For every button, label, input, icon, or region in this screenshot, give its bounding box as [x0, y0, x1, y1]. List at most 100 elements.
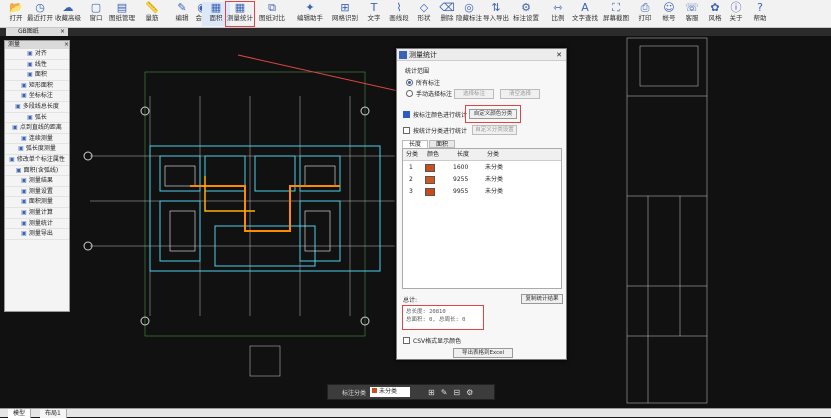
panel-item-label: 面积 — [34, 71, 47, 79]
panel-item[interactable]: ▣ 点到直线的距离 — [5, 123, 69, 134]
panel-item[interactable]: ▣ 测量导出 — [5, 229, 69, 240]
col-length: 长度 — [457, 151, 470, 158]
panel-item[interactable]: ▣ 矩形面积 — [5, 81, 69, 92]
csv-color-checkbox[interactable] — [403, 337, 410, 344]
stat-tabs: 长度 面积 — [402, 140, 562, 148]
tab-length[interactable]: 长度 — [402, 140, 428, 148]
row-color-swatch[interactable] — [425, 164, 435, 172]
col-color: 颜色 — [427, 151, 440, 158]
table-header: 分类 颜色 长度 分类 — [403, 149, 561, 161]
assistant-icon: ✦ — [305, 1, 315, 14]
layer-stat-checkbox[interactable] — [403, 127, 410, 134]
main-toolbar: 📂打开◷最近打开☁收藏高级▢窗口▤图纸管理📏量筋✎编辑◉会员▦面积▦测量统计⧉图… — [0, 0, 831, 28]
row-type: 未分类 — [485, 164, 504, 171]
tool-icon: ▣ — [21, 230, 27, 238]
color-stat-checkbox[interactable] — [403, 111, 410, 118]
row-color-swatch[interactable] — [425, 188, 435, 196]
document-tab-bar — [0, 28, 831, 36]
export-excel-button[interactable]: 导出表格到Excel — [453, 348, 513, 358]
tool-icon: ▣ — [21, 198, 27, 206]
drawing-compare-button[interactable]: ⧉ 图纸对比 — [258, 2, 286, 26]
close-icon[interactable]: ✕ — [556, 49, 562, 61]
radio-all-label: 所有标注 — [416, 80, 441, 87]
ruler-icon: 📏 — [145, 1, 159, 14]
panel-item-label: 线性 — [34, 60, 47, 68]
text-icon: T — [370, 1, 378, 14]
tool-icon: ▣ — [21, 208, 27, 216]
range-section-label: 统计范围 — [405, 68, 430, 75]
tool-icon: ▣ — [21, 81, 27, 89]
panel-item-label: 修改单个标注属性 — [16, 155, 65, 163]
file-tab[interactable]: GB图纸 × — [6, 28, 68, 36]
row-color-swatch[interactable] — [425, 176, 435, 184]
tool-icon: ▣ — [27, 60, 33, 68]
polyline-icon: ⌇ — [396, 1, 402, 14]
panel-item[interactable]: ▣ 弧长 — [5, 113, 69, 124]
panel-item[interactable]: ▣ 对齐 — [5, 49, 69, 60]
table-row[interactable]: 2 9255 未分类 — [403, 174, 561, 186]
toolbar-label: 编辑助手 — [297, 14, 323, 22]
layer-stat-label: 按统计分类进行统计 — [413, 128, 468, 135]
color-swatch — [372, 388, 378, 393]
add-icon[interactable]: ⊞ — [428, 388, 435, 397]
tool-icon: ▣ — [21, 92, 27, 100]
cloud-save-icon: ☁ — [62, 1, 74, 14]
table-row[interactable]: 3 9955 未分类 — [403, 186, 561, 198]
panel-item-label: 矩形面积 — [28, 81, 53, 89]
dialog-title: 测量统计 — [409, 51, 437, 59]
select-marks-button[interactable]: 选择标注 — [454, 89, 494, 99]
panel-item[interactable]: ▣ 修改单个标注属性 — [5, 155, 69, 166]
clear-select-button[interactable]: 清空选择 — [500, 89, 540, 99]
stat-table: 分类 颜色 长度 分类 1 1600 未分类 2 9255 未分类 3 9955 未分类 — [402, 148, 562, 289]
text-search-button[interactable]: A 文字查找 — [571, 2, 599, 26]
row-index: 1 — [409, 164, 413, 171]
panel-item-label: 对齐 — [34, 50, 47, 57]
panel-item[interactable]: ▣ 面积测量 — [5, 197, 69, 208]
tool-icon: ▣ — [27, 50, 33, 57]
app-icon — [399, 51, 407, 59]
row-length: 9255 — [453, 176, 469, 183]
dialog-titlebar: 测量统计 ✕ — [397, 49, 566, 61]
radio-all[interactable] — [406, 79, 413, 86]
panel-item[interactable]: ▣ 测量计算 — [5, 208, 69, 219]
panel-item-label: 弧长 — [34, 113, 47, 121]
delete-icon[interactable]: ⊟ — [453, 388, 460, 397]
question-icon: ? — [757, 1, 763, 14]
panel-item[interactable]: ▣ 弧长度测量 — [5, 144, 69, 155]
panel-item[interactable]: ▣ 测量设置 — [5, 187, 69, 198]
settings-icon[interactable]: ⚙ — [466, 388, 473, 397]
tool-icon: ▣ — [27, 71, 33, 79]
drawing-assistant-button[interactable]: ✦ 编辑助手 — [296, 2, 324, 26]
radio-select[interactable] — [406, 90, 413, 97]
panel-item[interactable]: ▣ 多段线总长度 — [5, 102, 69, 113]
grid-table-icon: ▦ — [234, 1, 246, 14]
custom-layer-button[interactable]: 自定义分类设置 — [472, 125, 517, 135]
grid-axis-icon: ⊞ — [340, 1, 350, 14]
toolbar-label: 帮助 — [753, 14, 767, 22]
tool-icon: ▣ — [21, 219, 27, 227]
panel-item[interactable]: ▣ 线性 — [5, 60, 69, 71]
edit-icon[interactable]: ✎ — [441, 388, 448, 397]
row-type: 未分类 — [485, 188, 504, 195]
panel-item-label: 坐标标注 — [28, 92, 53, 100]
close-icon[interactable]: × — [60, 28, 65, 36]
panel-item[interactable]: ▣ 坐标标注 — [5, 91, 69, 102]
capture-icon: ⛶ — [612, 1, 620, 14]
tool-icon: ▣ — [27, 113, 33, 121]
panel-item[interactable]: ▣ 测量结果 — [5, 176, 69, 187]
csv-color-label: CSV格式显示颜色 — [413, 338, 462, 345]
mark-settings-button[interactable]: ⚙ 标注设置 — [512, 2, 540, 26]
panel-item[interactable]: ▣ 测量统计 — [5, 219, 69, 230]
close-icon[interactable]: × — [64, 41, 69, 49]
panel-item[interactable]: ▣ 连续测量 — [5, 134, 69, 145]
tab-area[interactable]: 面积 — [429, 140, 455, 148]
category-select[interactable]: 未分类 — [370, 387, 411, 397]
copy-result-button[interactable]: 复制统计结果 — [521, 294, 563, 304]
toolbar-label: 图纸对比 — [259, 14, 285, 22]
table-row[interactable]: 1 1600 未分类 — [403, 162, 561, 174]
panel-item[interactable]: ▣ 面积 — [5, 70, 69, 81]
panel-item[interactable]: ▣ 面积(含弧线) — [5, 166, 69, 177]
help-button[interactable]: ? 帮助 — [746, 2, 774, 26]
measure-stats-button[interactable]: ▦ 测量统计 — [225, 1, 255, 27]
mark-category-bar: 标注分类 未分类 ⊞ ✎ ⊟ ⚙ — [327, 384, 495, 400]
